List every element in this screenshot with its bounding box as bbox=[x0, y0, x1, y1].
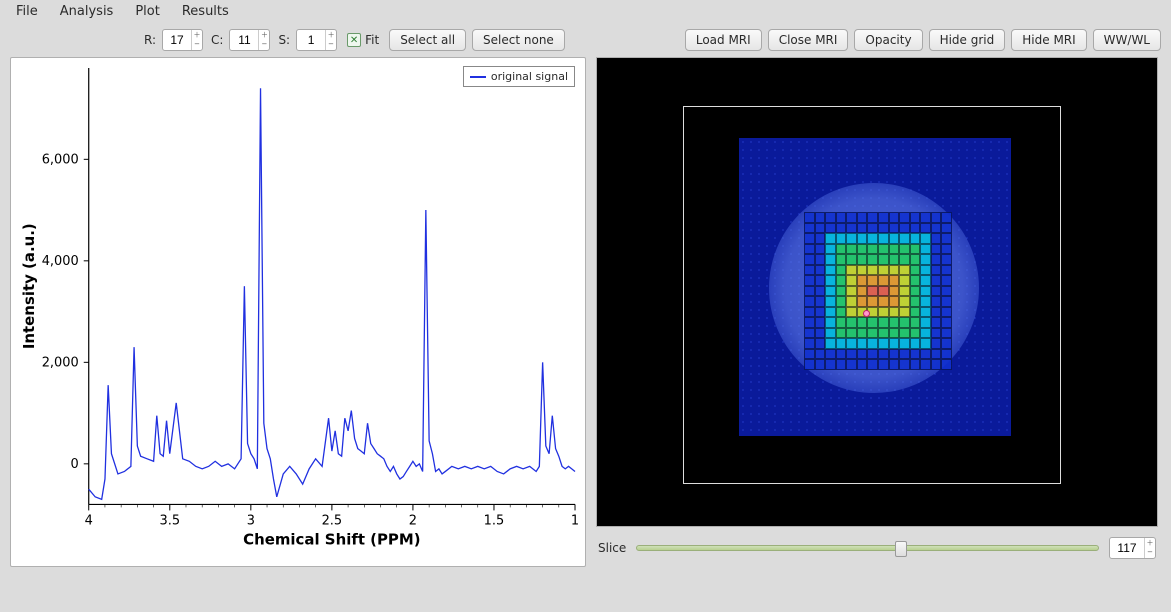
menu-plot[interactable]: Plot bbox=[135, 4, 160, 19]
select-none-button[interactable]: Select none bbox=[472, 29, 565, 51]
svg-text:6,000: 6,000 bbox=[42, 152, 79, 167]
spinner-arrows-icon[interactable]: ＋− bbox=[191, 30, 202, 50]
c-input[interactable] bbox=[230, 30, 258, 50]
mri-viewer[interactable] bbox=[596, 57, 1158, 527]
spinner-arrows-icon[interactable]: ＋− bbox=[258, 30, 269, 50]
legend-line-icon bbox=[470, 76, 486, 78]
svg-text:2.5: 2.5 bbox=[322, 513, 343, 528]
mri-voxel-grid[interactable] bbox=[804, 212, 952, 370]
svg-text:4,000: 4,000 bbox=[42, 254, 79, 269]
slice-spinner[interactable]: ＋− bbox=[1109, 537, 1156, 559]
plot-legend: original signal bbox=[463, 66, 575, 87]
close-mri-button[interactable]: Close MRI bbox=[768, 29, 849, 51]
svg-text:Intensity (a.u.): Intensity (a.u.) bbox=[20, 223, 38, 349]
slice-label: Slice bbox=[598, 541, 626, 555]
hide-mri-button[interactable]: Hide MRI bbox=[1011, 29, 1086, 51]
spinner-arrows-icon[interactable]: ＋− bbox=[1144, 538, 1155, 558]
svg-text:3: 3 bbox=[247, 513, 255, 528]
menu-results[interactable]: Results bbox=[182, 4, 229, 19]
c-spinner[interactable]: ＋− bbox=[229, 29, 270, 51]
spinner-arrows-icon[interactable]: ＋− bbox=[325, 30, 336, 50]
toolbar-left: R: ＋− C: ＋− S: ＋− ✕ Fit Select all Selec… bbox=[142, 29, 565, 51]
slider-thumb-icon[interactable] bbox=[895, 541, 907, 557]
spectrum-plot[interactable]: 0 2,000 4,000 6,000 4 3.5 3 2.5 2 1.5 1 Chemical Sh… bbox=[11, 58, 585, 566]
menu-analysis[interactable]: Analysis bbox=[60, 4, 114, 19]
opacity-button[interactable]: Opacity bbox=[854, 29, 922, 51]
slice-input[interactable] bbox=[1110, 538, 1144, 558]
svg-text:0: 0 bbox=[71, 457, 79, 472]
s-label: S: bbox=[278, 33, 290, 47]
c-label: C: bbox=[211, 33, 223, 47]
selected-voxel-marker bbox=[863, 310, 870, 317]
svg-text:Chemical Shift (PPM): Chemical Shift (PPM) bbox=[243, 530, 420, 548]
r-spinner[interactable]: ＋− bbox=[162, 29, 203, 51]
menubar: File Analysis Plot Results bbox=[0, 0, 1171, 23]
svg-text:4: 4 bbox=[85, 513, 93, 528]
r-input[interactable] bbox=[163, 30, 191, 50]
right-column: Slice ＋− bbox=[596, 57, 1158, 567]
legend-label: original signal bbox=[491, 70, 568, 83]
r-label: R: bbox=[144, 33, 156, 47]
menu-file[interactable]: File bbox=[16, 4, 38, 19]
content: 0 2,000 4,000 6,000 4 3.5 3 2.5 2 1.5 1 Chemical Sh… bbox=[0, 57, 1171, 567]
svg-text:1: 1 bbox=[571, 513, 579, 528]
fit-checkbox[interactable]: ✕ Fit bbox=[347, 33, 379, 47]
wwwl-button[interactable]: WW/WL bbox=[1093, 29, 1161, 51]
spectrum-panel: 0 2,000 4,000 6,000 4 3.5 3 2.5 2 1.5 1 Chemical Sh… bbox=[10, 57, 586, 567]
svg-text:2,000: 2,000 bbox=[42, 355, 79, 370]
fit-label: Fit bbox=[365, 33, 379, 47]
svg-text:1.5: 1.5 bbox=[484, 513, 505, 528]
slice-slider[interactable] bbox=[636, 545, 1099, 551]
svg-text:3.5: 3.5 bbox=[159, 513, 180, 528]
s-input[interactable] bbox=[297, 30, 325, 50]
svg-text:2: 2 bbox=[409, 513, 417, 528]
toolbar-right: Load MRI Close MRI Opacity Hide grid Hid… bbox=[685, 29, 1161, 51]
toolbar: R: ＋− C: ＋− S: ＋− ✕ Fit Select all Selec… bbox=[0, 23, 1171, 57]
checkbox-checked-icon: ✕ bbox=[347, 33, 361, 47]
load-mri-button[interactable]: Load MRI bbox=[685, 29, 762, 51]
s-spinner[interactable]: ＋− bbox=[296, 29, 337, 51]
hide-grid-button[interactable]: Hide grid bbox=[929, 29, 1006, 51]
select-all-button[interactable]: Select all bbox=[389, 29, 466, 51]
slice-controls: Slice ＋− bbox=[596, 527, 1158, 559]
